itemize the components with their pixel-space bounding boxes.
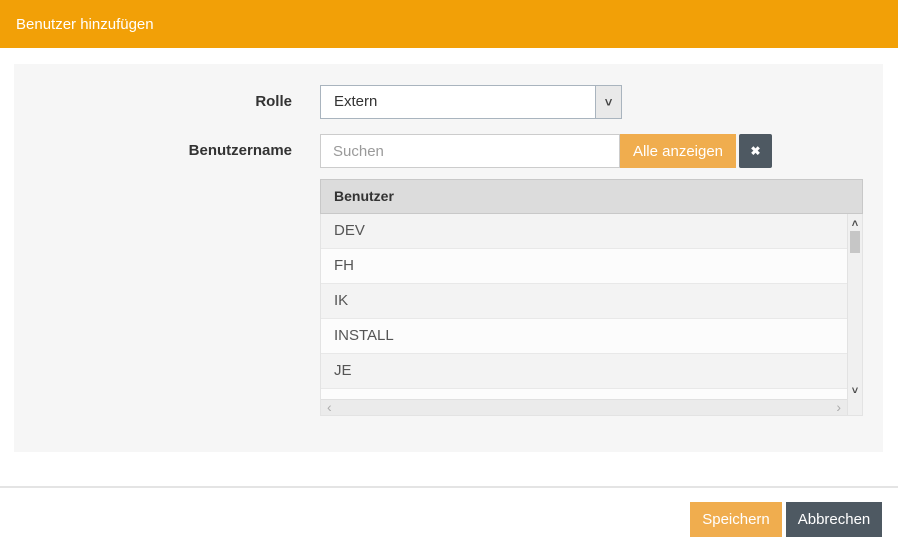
table-rows: DEVFHIKINSTALLJE [321, 214, 847, 389]
role-select-value: Extern [321, 86, 595, 118]
scroll-up-icon[interactable]: ˄ [848, 218, 862, 230]
save-button[interactable]: Speichern [690, 502, 782, 537]
table-body: DEVFHIKINSTALLJE ‹ › ˄ ˅ [320, 214, 863, 416]
dialog-title: Benutzer hinzufügen [16, 16, 154, 33]
vertical-scrollbar[interactable]: ˄ ˅ [847, 214, 862, 415]
username-label: Benutzername [14, 134, 292, 168]
table-row[interactable]: FH [321, 249, 847, 284]
role-select[interactable]: Extern ˅ [320, 85, 622, 119]
table-row-partial [321, 389, 847, 399]
role-label: Rolle [14, 85, 292, 119]
table-rows-column: DEVFHIKINSTALLJE ‹ › [321, 214, 847, 415]
close-icon: ✖ [750, 144, 760, 158]
scroll-right-icon[interactable]: › [836, 400, 841, 416]
show-all-button[interactable]: Alle anzeigen [620, 134, 736, 168]
footer-divider [0, 486, 898, 488]
scroll-down-icon[interactable]: ˅ [848, 385, 862, 397]
table-header-benutzer: Benutzer [320, 179, 863, 214]
table-row[interactable]: INSTALL [321, 319, 847, 354]
search-input[interactable] [320, 134, 620, 168]
dialog-titlebar: Benutzer hinzufügen [0, 0, 898, 48]
form-panel: Rolle Extern ˅ Benutzername Alle anzeige… [14, 64, 883, 452]
table-row[interactable]: DEV [321, 214, 847, 249]
cancel-button[interactable]: Abbrechen [786, 502, 882, 537]
scroll-left-icon[interactable]: ‹ [327, 400, 332, 416]
chevron-down-icon[interactable]: ˅ [595, 86, 621, 118]
clear-search-button[interactable]: ✖ [739, 134, 772, 168]
table-row[interactable]: IK [321, 284, 847, 319]
horizontal-scrollbar[interactable]: ‹ › [321, 399, 847, 415]
scrollbar-thumb[interactable] [850, 231, 860, 253]
table-row[interactable]: JE [321, 354, 847, 389]
user-table: Benutzer DEVFHIKINSTALLJE ‹ › ˄ ˅ [320, 179, 863, 416]
add-user-dialog: Benutzer hinzufügen Rolle Extern ˅ Benut… [0, 0, 898, 551]
